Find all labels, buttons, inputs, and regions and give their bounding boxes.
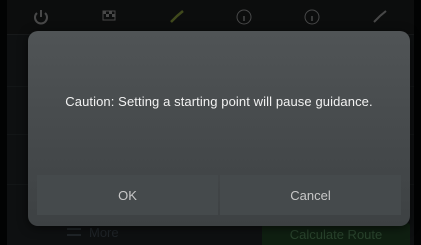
- cancel-button[interactable]: Cancel: [220, 175, 401, 215]
- caution-dialog: Caution: Setting a starting point will p…: [28, 31, 410, 226]
- ok-button[interactable]: OK: [37, 175, 218, 215]
- screen: More Calculate Route Caution: Setting a …: [0, 0, 421, 245]
- dialog-message: Caution: Setting a starting point will p…: [65, 94, 373, 109]
- dialog-buttons: OK Cancel: [37, 175, 401, 215]
